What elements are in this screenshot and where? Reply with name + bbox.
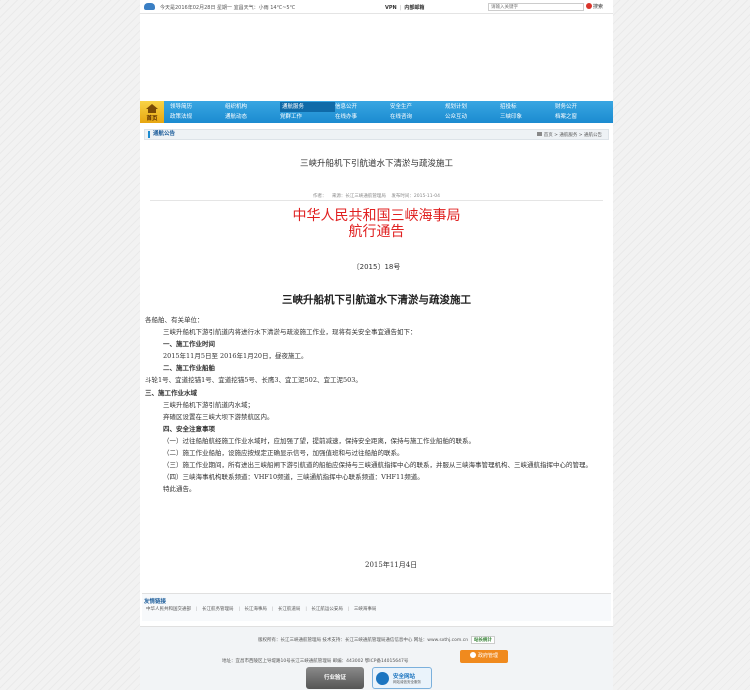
- friend-link[interactable]: 长江航务管理局: [202, 607, 234, 612]
- shield-icon: [376, 672, 389, 685]
- paragraph: （四）三峡海事机构联系频道：VHF10频道，三峡通航指挥中心联系频道：VHF11…: [163, 473, 424, 482]
- search-button-label: 搜索: [593, 4, 604, 10]
- nav-item-online-service[interactable]: 在线办事: [335, 112, 390, 122]
- paragraph: （三）施工作业期间，所有进出三峡船闸下游引航道的船舶应保持与三峡通航指挥中心的联…: [163, 461, 592, 470]
- notice-type: 航行通告: [348, 224, 405, 240]
- breadcrumb: 通航公告 首页 > 通航服务 > 通航公告: [144, 129, 609, 140]
- nav-item-regulations[interactable]: 政策法规: [170, 112, 225, 122]
- stats-badge[interactable]: 站长统计: [471, 636, 496, 644]
- link-divider: |: [271, 607, 274, 612]
- nav-item-news[interactable]: 通航动态: [225, 112, 280, 122]
- nav-item-safety[interactable]: 安全生产: [390, 102, 445, 112]
- paragraph: （一）过往船舶航经施工作业水域时，应加强了望，提前减速，保持安全距离，保持与施工…: [163, 436, 475, 445]
- search-button[interactable]: 搜索: [586, 3, 603, 11]
- sign-date: 2015年11月4日: [365, 561, 418, 569]
- article-meta: 作者： 来源：长江三峡通航管理局 发布时间：2015-11-04: [140, 193, 613, 199]
- meta-time: 发布时间：2015-11-04: [391, 194, 441, 199]
- safe-site-title: 安全网站: [393, 674, 416, 680]
- breadcrumb-path-text: 首页 > 通航服务 > 通航公告: [543, 133, 602, 138]
- friend-links-title: 友情链接: [144, 599, 167, 605]
- friend-link[interactable]: 长江航道局: [278, 607, 301, 612]
- article-body: 各船舶、有关单位： 三峡升船机下游引航道内将进行水下清淤与疏浚施工作业，现将有关…: [145, 314, 605, 495]
- footer-copyright: 版权所有：长江三峡通航管理局 技术支持：长江三峡通航管理局通信信息中心 网址：w…: [140, 636, 613, 644]
- home-icon-body: [148, 109, 156, 113]
- mail-link[interactable]: 内部邮箱: [404, 5, 424, 11]
- safe-site-sub: 网站诚信安全服务: [393, 680, 421, 684]
- section-heading: 二、施工作业船舶: [163, 364, 215, 373]
- friend-link[interactable]: 三峡海事局: [354, 607, 377, 612]
- paragraph: 弃碴区设置在三峡大坝下游禁航区内。: [163, 412, 274, 421]
- meta-author: 作者：: [312, 194, 327, 199]
- copyright-text: 版权所有：长江三峡通航管理局 技术支持：长江三峡通航管理局通信信息中心 网址：w…: [257, 638, 469, 643]
- nav-item-organization[interactable]: 组织机构: [225, 102, 280, 112]
- link-divider: |: [196, 607, 198, 612]
- gov-admin-button[interactable]: 政府管理: [460, 650, 508, 663]
- section-heading: 四、安全注意事项: [163, 424, 215, 433]
- page-container: 今天是2016年02月28日 星期一 宜昌天气：小雨 14℃~5℃ VPN | 内部…: [140, 0, 613, 690]
- date-weather-text: 今天是2016年02月28日 星期一 宜昌天气：小雨 14℃~5℃: [160, 5, 296, 11]
- paragraph: 特此通告。: [163, 485, 196, 494]
- nav-item-interaction[interactable]: 公众互动: [445, 112, 500, 122]
- home-small-icon: [536, 132, 542, 136]
- weather-cloud-icon: [144, 3, 155, 10]
- nav-menu: 领导简历 组织机构 通航服务 信息公开 安全生产 规划计划 招投标 财务公开 政…: [170, 102, 610, 122]
- paragraph: 各船舶、有关单位：: [145, 316, 204, 324]
- main-nav: 首页 领导简历 组织机构 通航服务 信息公开 安全生产 规划计划 招投标 财务公…: [140, 101, 613, 123]
- link-divider: |: [238, 607, 240, 612]
- section-title: 通航公告: [148, 131, 175, 138]
- friend-link[interactable]: 长江航运公安局: [311, 607, 343, 612]
- friend-links-list: 中华人民共和国交通部 | 长江航务管理局 | 长江海事局 | 长江航道局 | 长江航运公…: [146, 606, 378, 612]
- divider: [150, 200, 603, 201]
- document-number: 〔2015〕18号: [352, 263, 401, 271]
- top-links: VPN | 内部邮箱: [385, 4, 424, 11]
- paragraph: 2015年11月5日至 2016年1月20日，昼夜施工。: [163, 352, 308, 361]
- paragraph: （二）施工作业船舶，设施应按规定正确显示信号，加强值班和与过往船舶的联系。: [163, 449, 404, 458]
- footer-address: 地址：宜昌市西陵区上导堤路10号长江三峡通航管理局 邮编：443002 鄂ICP…: [222, 659, 409, 664]
- nav-item-info-disclosure[interactable]: 信息公开: [335, 102, 390, 112]
- nav-item-navigation-service[interactable]: 通航服务: [280, 102, 335, 112]
- nav-item-leaders[interactable]: 领导简历: [170, 102, 225, 112]
- nav-item-party[interactable]: 党群工作: [280, 112, 335, 122]
- article-title: 三峡升船机下引航道水下清淤与疏浚施工: [299, 159, 453, 169]
- org-name: 中华人民共和国三峡海事局: [292, 208, 461, 224]
- vpn-link[interactable]: VPN: [385, 5, 397, 11]
- notice-header: 中华人民共和国三峡海事局 航行通告: [140, 208, 613, 240]
- gov-admin-label: 政府管理: [477, 653, 498, 659]
- friend-link[interactable]: 中华人民共和国交通部: [146, 607, 191, 612]
- banner-area: [140, 14, 613, 100]
- footer: 版权所有：长江三峡通航管理局 技术支持：长江三峡通航管理局通信信息中心 网址：w…: [140, 626, 613, 690]
- home-label: 首页: [146, 116, 158, 122]
- search-icon: [586, 3, 592, 9]
- nav-item-bidding[interactable]: 招投标: [500, 102, 555, 112]
- search-input[interactable]: [488, 3, 584, 11]
- safe-site-badge[interactable]: 安全网站 网站诚信安全服务: [372, 667, 432, 689]
- paragraph: 三峡升船机下游引航道内将进行水下清淤与疏浚施工作业，现将有关安全事宜通告如下：: [163, 328, 417, 337]
- top-divider: |: [399, 5, 402, 11]
- nav-item-online-consult[interactable]: 在线咨询: [390, 112, 445, 122]
- nav-item-archives[interactable]: 档案之窗: [555, 112, 610, 122]
- industry-verify-badge[interactable]: 行业验证: [306, 667, 364, 689]
- nav-item-finance[interactable]: 财务公开: [555, 102, 610, 112]
- nav-item-planning[interactable]: 规划计划: [445, 102, 500, 112]
- section-heading: 一、施工作业时间: [163, 340, 215, 349]
- link-divider: |: [347, 607, 350, 612]
- friend-links: 友情链接 中华人民共和国交通部 | 长江航务管理局 | 长江海事局 | 长江航道局 | …: [142, 593, 611, 621]
- paragraph: 三峡升船机下游引航道内水域；: [163, 400, 254, 409]
- gov-icon: [469, 652, 476, 658]
- meta-source: 来源：长江三峡通航管理局: [331, 194, 386, 199]
- section-heading: 三、施工作业水域: [145, 388, 197, 397]
- link-divider: |: [305, 607, 307, 612]
- breadcrumb-path[interactable]: 首页 > 通航服务 > 通航公告: [536, 132, 602, 138]
- friend-link[interactable]: 长江海事局: [244, 607, 267, 612]
- paragraph: 斗轮1号、宜道挖锚1号、宜道挖锚5号、长鹰3、宜工泥502、宜工泥503。: [145, 376, 362, 385]
- nav-item-impression[interactable]: 三峡印象: [500, 112, 555, 122]
- nav-home[interactable]: 首页: [140, 101, 164, 123]
- notice-heading: 三峡升船机下引航道水下清淤与疏浚施工: [282, 294, 471, 306]
- top-bar: 今天是2016年02月28日 星期一 宜昌天气：小雨 14℃~5℃ VPN | 内部…: [140, 0, 613, 14]
